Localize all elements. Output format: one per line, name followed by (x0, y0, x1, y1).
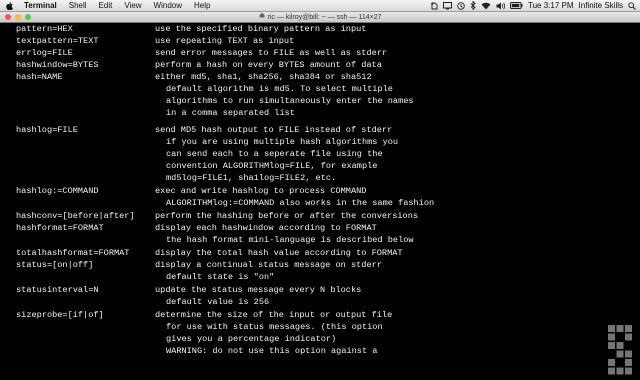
option-name: hashformat=FORMAT (16, 223, 104, 233)
option-name: hashconv=[before|after] (16, 211, 135, 221)
option-description: ALGORITHMlog:=COMMAND also works in the … (166, 198, 435, 208)
menu-shell[interactable]: Shell (63, 0, 93, 11)
option-name: sizeprobe=[if|of] (16, 310, 104, 320)
option-name: hashlog=FILE (16, 125, 78, 135)
option-description: exec and write hashlog to process COMMAN… (155, 186, 367, 196)
option-name: hashwindow=BYTES (16, 60, 99, 70)
clock[interactable]: Tue 3:17 PM (528, 1, 574, 10)
option-description: either md5, sha1, sha256, sha384 or sha5… (155, 72, 372, 82)
menu-extras: Tue 3:17 PM Infinite Skills (430, 1, 640, 10)
option-description: md5log=FILE1, sha1log=FILE2, etc. (166, 173, 337, 183)
menu-window[interactable]: Window (148, 0, 188, 11)
terminal-output[interactable]: pattern=HEX use the specified binary patt… (0, 23, 640, 375)
time-machine-icon[interactable] (457, 1, 465, 10)
option-name: status=[on|off] (16, 260, 94, 270)
option-description: display the total hash value according t… (155, 248, 403, 258)
option-description: display each hashwindow according to FOR… (155, 223, 377, 233)
option-description: default value is 256 (166, 297, 270, 307)
menu-edit[interactable]: Edit (93, 0, 119, 11)
option-description: send MD5 hash output to FILE instead of … (155, 125, 393, 135)
option-description: default state is "on" (166, 272, 275, 282)
bluetooth-icon[interactable] (470, 1, 476, 10)
option-description: determine the size of the input or outpu… (155, 310, 393, 320)
option-name: hash=NAME (16, 72, 63, 82)
volume-icon[interactable] (496, 1, 506, 10)
option-description: default algorithm is md5. To select mult… (166, 84, 393, 94)
option-description: update the status message every N blocks (155, 285, 362, 295)
option-description: can send each to a seperate file using t… (166, 149, 383, 159)
option-name: errlog=FILE (16, 48, 73, 58)
option-name: hashlog:=COMMAND (16, 186, 99, 196)
menu-bar: Terminal Shell Edit View Window Help Tue… (0, 0, 640, 12)
option-description: if you are using multiple hash algorithm… (166, 137, 399, 147)
display-icon[interactable] (443, 1, 453, 10)
option-description: the hash format mini-language is describ… (166, 235, 414, 245)
menu-view[interactable]: View (118, 0, 147, 11)
house-icon (259, 12, 265, 22)
option-description: use repeating TEXT as input (155, 36, 295, 46)
window-title-bar[interactable]: ric — kilroy@bill: ~ — ssh — 114×27 (0, 12, 640, 23)
option-description: gives you a percentage indicator) (166, 334, 337, 344)
wifi-icon[interactable] (481, 1, 491, 10)
evernote-icon[interactable] (430, 1, 438, 10)
spotlight-icon[interactable] (628, 1, 636, 10)
window-title: ric — kilroy@bill: ~ — ssh — 114×27 (0, 12, 640, 23)
option-description: in a comma separated list (166, 108, 295, 118)
option-description: WARNING: do not use this option against … (166, 346, 378, 356)
window-title-text: ric — kilroy@bill: ~ — ssh — 114×27 (267, 13, 382, 21)
option-description: display a continual status message on st… (155, 260, 382, 270)
option-name: statusinterval=N (16, 285, 99, 295)
option-description: send error messages to FILE as well as s… (155, 48, 388, 58)
apple-logo-icon[interactable] (6, 1, 13, 10)
option-description: use the specified binary pattern as inpu… (155, 24, 367, 34)
option-description: perform the hashing before or after the … (155, 211, 419, 221)
menu-terminal[interactable]: Terminal (18, 0, 63, 11)
option-description: algorithms to run simultaneously enter t… (166, 96, 414, 106)
infinite-skills-logo-icon (606, 323, 634, 375)
option-description: perform a hash on every BYTES amount of … (155, 60, 382, 70)
option-name: textpattern=TEXT (16, 36, 99, 46)
option-description: convention ALGORITHMlog=FILE, for exampl… (166, 161, 378, 171)
option-name: totalhashformat=FORMAT (16, 248, 130, 258)
menu-help[interactable]: Help (188, 0, 216, 11)
option-name: pattern=HEX (16, 24, 73, 34)
battery-icon[interactable] (510, 1, 523, 10)
option-description: for use with status messages. (this opti… (166, 322, 383, 332)
user-name[interactable]: Infinite Skills (579, 1, 623, 10)
menu-list: Terminal Shell Edit View Window Help (18, 0, 216, 11)
